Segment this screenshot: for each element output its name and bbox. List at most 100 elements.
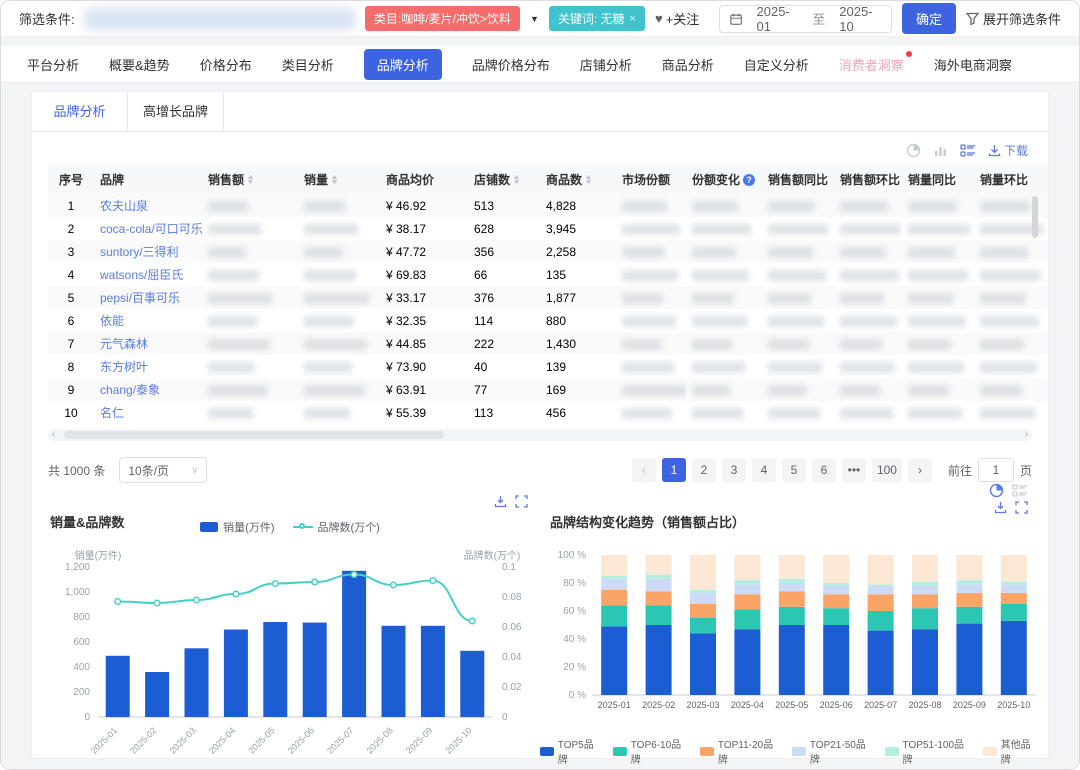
stack-segment[interactable]	[868, 555, 894, 584]
subtab-品牌分析[interactable]: 品牌分析	[32, 92, 128, 131]
stack-segment[interactable]	[868, 611, 894, 631]
line-marker[interactable]	[470, 618, 476, 624]
sales-bar[interactable]	[263, 622, 287, 717]
stack-segment[interactable]	[823, 625, 849, 695]
legend-item[interactable]: TOP21-50品牌	[792, 736, 875, 766]
sales-bar[interactable]	[145, 672, 169, 717]
page-button-1[interactable]: 1	[662, 458, 686, 482]
subtab-高增长品牌[interactable]: 高增长品牌	[128, 92, 224, 131]
scroll-right-icon[interactable]: ›	[1025, 430, 1028, 440]
line-marker[interactable]	[273, 581, 279, 587]
line-marker[interactable]	[233, 591, 239, 597]
sort-icon[interactable]: ▲▼	[331, 175, 338, 185]
stack-segment[interactable]	[912, 608, 938, 629]
stack-segment[interactable]	[690, 618, 716, 633]
brand-link[interactable]: 东方树叶	[100, 360, 148, 374]
stack-segment[interactable]	[690, 555, 716, 590]
help-icon[interactable]: ?	[743, 174, 755, 186]
line-marker[interactable]	[154, 600, 160, 606]
stack-segment[interactable]	[1001, 555, 1027, 582]
keyword-tag[interactable]: 关键词: 无糖×	[549, 6, 645, 31]
page-button-100[interactable]: 100	[872, 458, 902, 482]
stack-segment[interactable]	[912, 594, 938, 608]
pie-chart-icon[interactable]	[989, 483, 1004, 498]
line-marker[interactable]	[312, 579, 318, 585]
stack-segment[interactable]	[868, 594, 894, 611]
stack-segment[interactable]	[956, 555, 982, 580]
stack-segment[interactable]	[779, 607, 805, 625]
page-button-6[interactable]: 6	[812, 458, 836, 482]
legend-item[interactable]: TOP11-20品牌	[700, 736, 782, 766]
stack-segment[interactable]	[779, 555, 805, 579]
sales-bar[interactable]	[382, 626, 406, 717]
sort-icon[interactable]: ▲▼	[585, 175, 592, 185]
fullscreen-icon[interactable]	[515, 495, 528, 508]
stack-segment[interactable]	[601, 605, 627, 626]
stack-segment[interactable]	[734, 610, 760, 630]
sort-icon[interactable]: ▲▼	[247, 175, 254, 185]
category-tag[interactable]: 类目:咖啡/麦片/冲饮>饮料	[365, 6, 520, 31]
stack-segment[interactable]	[956, 584, 982, 592]
sales-bar[interactable]	[106, 656, 130, 717]
nav-tab-类目分析[interactable]: 类目分析	[282, 55, 334, 74]
stack-segment[interactable]	[823, 555, 849, 583]
sales-bar[interactable]	[421, 626, 445, 717]
stack-segment[interactable]	[646, 555, 672, 575]
stack-segment[interactable]	[734, 594, 760, 609]
stack-segment[interactable]	[868, 631, 894, 695]
stack-segment[interactable]	[779, 591, 805, 606]
legend-item[interactable]: TOP51-100品牌	[885, 736, 973, 766]
scrollbar-thumb[interactable]	[64, 431, 444, 439]
stack-segment[interactable]	[868, 586, 894, 594]
sales-bar[interactable]	[460, 651, 484, 717]
confirm-button[interactable]: 确定	[902, 3, 956, 34]
filter-value-redacted[interactable]	[85, 8, 355, 30]
stack-segment[interactable]	[646, 591, 672, 605]
stack-segment[interactable]	[601, 579, 627, 590]
stack-segment[interactable]	[601, 555, 627, 576]
bar-chart-icon[interactable]	[933, 143, 948, 158]
stack-segment[interactable]	[646, 575, 672, 579]
stack-segment[interactable]	[690, 604, 716, 618]
legend-item[interactable]: TOP5品牌	[540, 736, 603, 766]
stack-segment[interactable]	[690, 590, 716, 593]
stack-segment[interactable]	[734, 629, 760, 695]
download-icon[interactable]	[494, 495, 507, 508]
page-button-3[interactable]: 3	[722, 458, 746, 482]
col-volume[interactable]: 销量▲▼	[298, 164, 380, 194]
nav-tab-品牌分析[interactable]: 品牌分析	[364, 49, 442, 80]
date-end[interactable]: 2025-10	[839, 4, 881, 34]
scroll-left-icon[interactable]: ‹	[52, 430, 55, 440]
horizontal-scrollbar[interactable]: ‹ ›	[48, 429, 1032, 441]
stack-segment[interactable]	[601, 626, 627, 695]
stack-segment[interactable]	[868, 584, 894, 585]
pie-chart-icon[interactable]	[906, 143, 921, 158]
stack-segment[interactable]	[779, 583, 805, 591]
col-sales[interactable]: 销售额▲▼	[202, 164, 298, 194]
legend-item[interactable]: 其他品牌	[983, 736, 1040, 766]
stack-segment[interactable]	[646, 605, 672, 625]
stack-segment[interactable]	[956, 624, 982, 695]
brand-link[interactable]: 农夫山泉	[100, 199, 148, 213]
stack-segment[interactable]	[912, 629, 938, 695]
nav-tab-商品分析[interactable]: 商品分析	[662, 55, 714, 74]
nav-tab-概要&趋势[interactable]: 概要&趋势	[109, 55, 170, 74]
nav-tab-品牌价格分布[interactable]: 品牌价格分布	[472, 55, 550, 74]
nav-tab-平台分析[interactable]: 平台分析	[27, 55, 79, 74]
line-marker[interactable]	[194, 597, 200, 603]
col-shops[interactable]: 店铺数▲▼	[468, 164, 540, 194]
sales-bar[interactable]	[342, 571, 366, 717]
list-view-icon[interactable]	[960, 143, 976, 158]
next-page-button[interactable]: ›	[908, 458, 932, 482]
stack-segment[interactable]	[1001, 584, 1027, 592]
sales-bar[interactable]	[224, 630, 248, 718]
nav-tab-自定义分析[interactable]: 自定义分析	[744, 55, 809, 74]
stack-segment[interactable]	[1001, 621, 1027, 695]
stack-segment[interactable]	[734, 555, 760, 580]
chevron-down-icon[interactable]: ▼	[530, 14, 539, 24]
more-pages[interactable]: •••	[842, 458, 866, 482]
stack-segment[interactable]	[779, 579, 805, 583]
line-marker[interactable]	[391, 582, 397, 588]
stack-segment[interactable]	[646, 625, 672, 695]
stack-segment[interactable]	[823, 586, 849, 594]
